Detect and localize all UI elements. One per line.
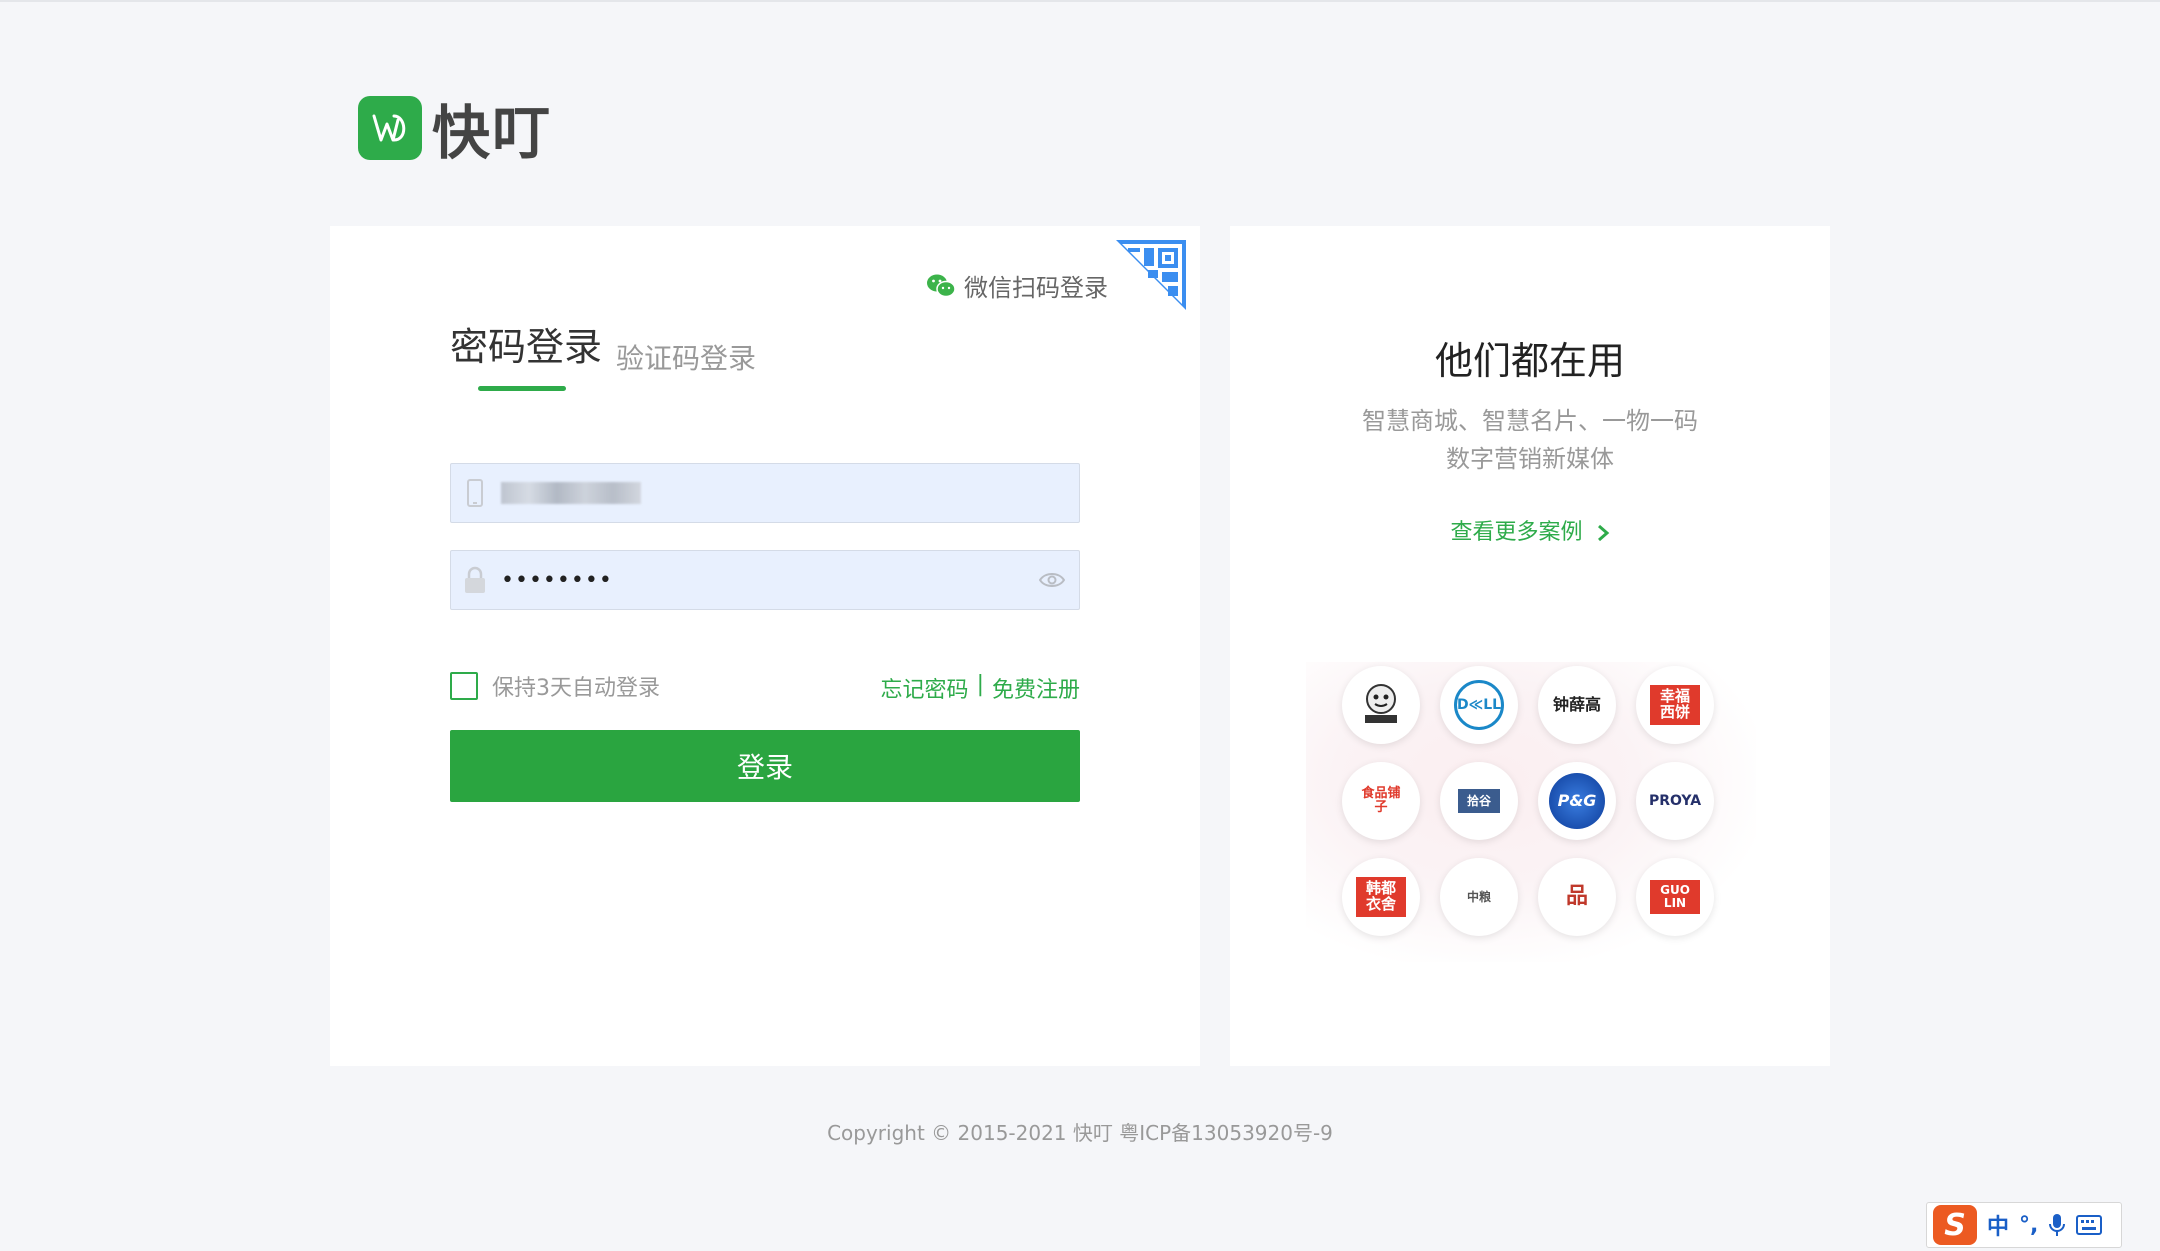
brand-pg-logo: P&G xyxy=(1538,762,1616,840)
remember-label: 保持3天自动登录 xyxy=(492,676,660,701)
chevron-right-icon xyxy=(1597,524,1609,542)
brand-logo-grid: D≪LL 钟薛高 幸福西饼 食品铺子 拾谷 P&G PROYA 韩都衣舍 中粮 … xyxy=(1342,666,1742,936)
cases-subtitle-line2: 数字营销新媒体 xyxy=(1446,445,1614,473)
brand-xingfu-logo: 幸福西饼 xyxy=(1636,666,1714,744)
lock-icon xyxy=(457,566,493,594)
tab-sms-login[interactable]: 验证码登录 xyxy=(616,337,756,391)
guolin-text: GUO LIN xyxy=(1650,880,1700,914)
cofco-text: 中粮 xyxy=(1466,889,1491,904)
brand-zhongxuegao-logo: 钟薛高 xyxy=(1538,666,1616,744)
password-input[interactable]: •••••••• xyxy=(450,550,1080,610)
keyboard-icon[interactable] xyxy=(2076,1215,2103,1235)
wangfujing-text: 品 xyxy=(1552,881,1602,913)
pg-text: P&G xyxy=(1549,773,1605,829)
account-links: 忘记密码 | 免费注册 xyxy=(881,672,1080,704)
zhongxuegao-text: 钟薛高 xyxy=(1552,694,1601,714)
dell-text: D≪LL xyxy=(1454,680,1504,730)
active-tab-indicator xyxy=(478,386,566,391)
remember-checkbox[interactable] xyxy=(450,672,478,700)
brand-shigu-logo: 拾谷 xyxy=(1440,762,1518,840)
cartoon-mascot-icon xyxy=(1365,684,1397,723)
brand-cartoon-logo xyxy=(1342,666,1420,744)
proya-text: PROYA xyxy=(1648,792,1702,809)
phone-icon xyxy=(457,479,493,507)
wechat-login-label: 微信扫码登录 xyxy=(964,274,1108,302)
phone-input[interactable] xyxy=(450,463,1080,523)
cases-card: 他们都在用 智慧商城、智慧名片、一物一码 数字营销新媒体 查看更多案例 D≪LL… xyxy=(1230,226,1830,1066)
brand-cofco-logo: 中粮 xyxy=(1440,858,1518,936)
top-border xyxy=(0,0,2160,2)
ime-mode[interactable]: 中 xyxy=(1987,1209,2009,1241)
show-password-eye-icon[interactable] xyxy=(1039,569,1065,591)
shigu-text: 拾谷 xyxy=(1458,788,1500,814)
brand-name: 快叮 xyxy=(432,99,553,167)
cases-subtitle-line1: 智慧商城、智慧名片、一物一码 xyxy=(1362,407,1698,435)
brand-logo[interactable]: 快叮 xyxy=(358,86,552,170)
forgot-password-link[interactable]: 忘记密码 xyxy=(881,672,969,704)
brand-proya-logo: PROYA xyxy=(1636,762,1714,840)
wechat-icon xyxy=(927,274,956,297)
link-separator: | xyxy=(976,672,984,697)
sogou-ime-icon[interactable]: S xyxy=(1933,1205,1977,1245)
liangpin-text: 食品铺子 xyxy=(1356,783,1406,819)
login-tabs: 密码登录 验证码登录 xyxy=(450,316,756,391)
ime-punct[interactable]: °, xyxy=(2019,1213,2038,1238)
tab-password-login[interactable]: 密码登录 xyxy=(450,316,602,391)
phone-value-blurred xyxy=(501,482,641,504)
brand-dell-logo: D≪LL xyxy=(1440,666,1518,744)
wechat-login-link[interactable]: 微信扫码登录 xyxy=(926,268,1108,303)
register-link[interactable]: 免费注册 xyxy=(992,672,1080,704)
qr-code-corner-icon[interactable] xyxy=(1116,240,1186,310)
more-cases-label: 查看更多案例 xyxy=(1450,520,1583,545)
tab-password-label: 密码登录 xyxy=(450,325,603,369)
microphone-icon[interactable] xyxy=(2048,1213,2066,1237)
password-value: •••••••• xyxy=(501,567,613,593)
brand-guolin-logo: GUO LIN xyxy=(1636,858,1714,936)
login-button[interactable]: 登录 xyxy=(450,730,1080,802)
copyright: Copyright © 2015-2021 快叮 粤ICP备13053920号-… xyxy=(827,1121,1333,1145)
xingfu-text: 幸福西饼 xyxy=(1650,685,1700,725)
cases-title: 他们都在用 xyxy=(1434,339,1625,383)
brand-wangfujing-logo: 品 xyxy=(1538,858,1616,936)
cases-subtitle: 智慧商城、智慧名片、一物一码 数字营销新媒体 xyxy=(1230,402,1830,478)
brand-handu-logo: 韩都衣舍 xyxy=(1342,858,1420,936)
remember-login[interactable]: 保持3天自动登录 xyxy=(450,670,660,702)
ime-toolbar[interactable]: S 中 °, xyxy=(1926,1202,2122,1248)
login-card: 微信扫码登录 密码登录 验证码登录 •••••••• 保持3天自动登录 忘记密码… xyxy=(330,226,1200,1066)
brand-liangpin-logo: 食品铺子 xyxy=(1342,762,1420,840)
more-cases-link[interactable]: 查看更多案例 xyxy=(1230,514,1830,546)
logo-mark-icon xyxy=(358,96,422,160)
handu-text: 韩都衣舍 xyxy=(1356,877,1406,917)
